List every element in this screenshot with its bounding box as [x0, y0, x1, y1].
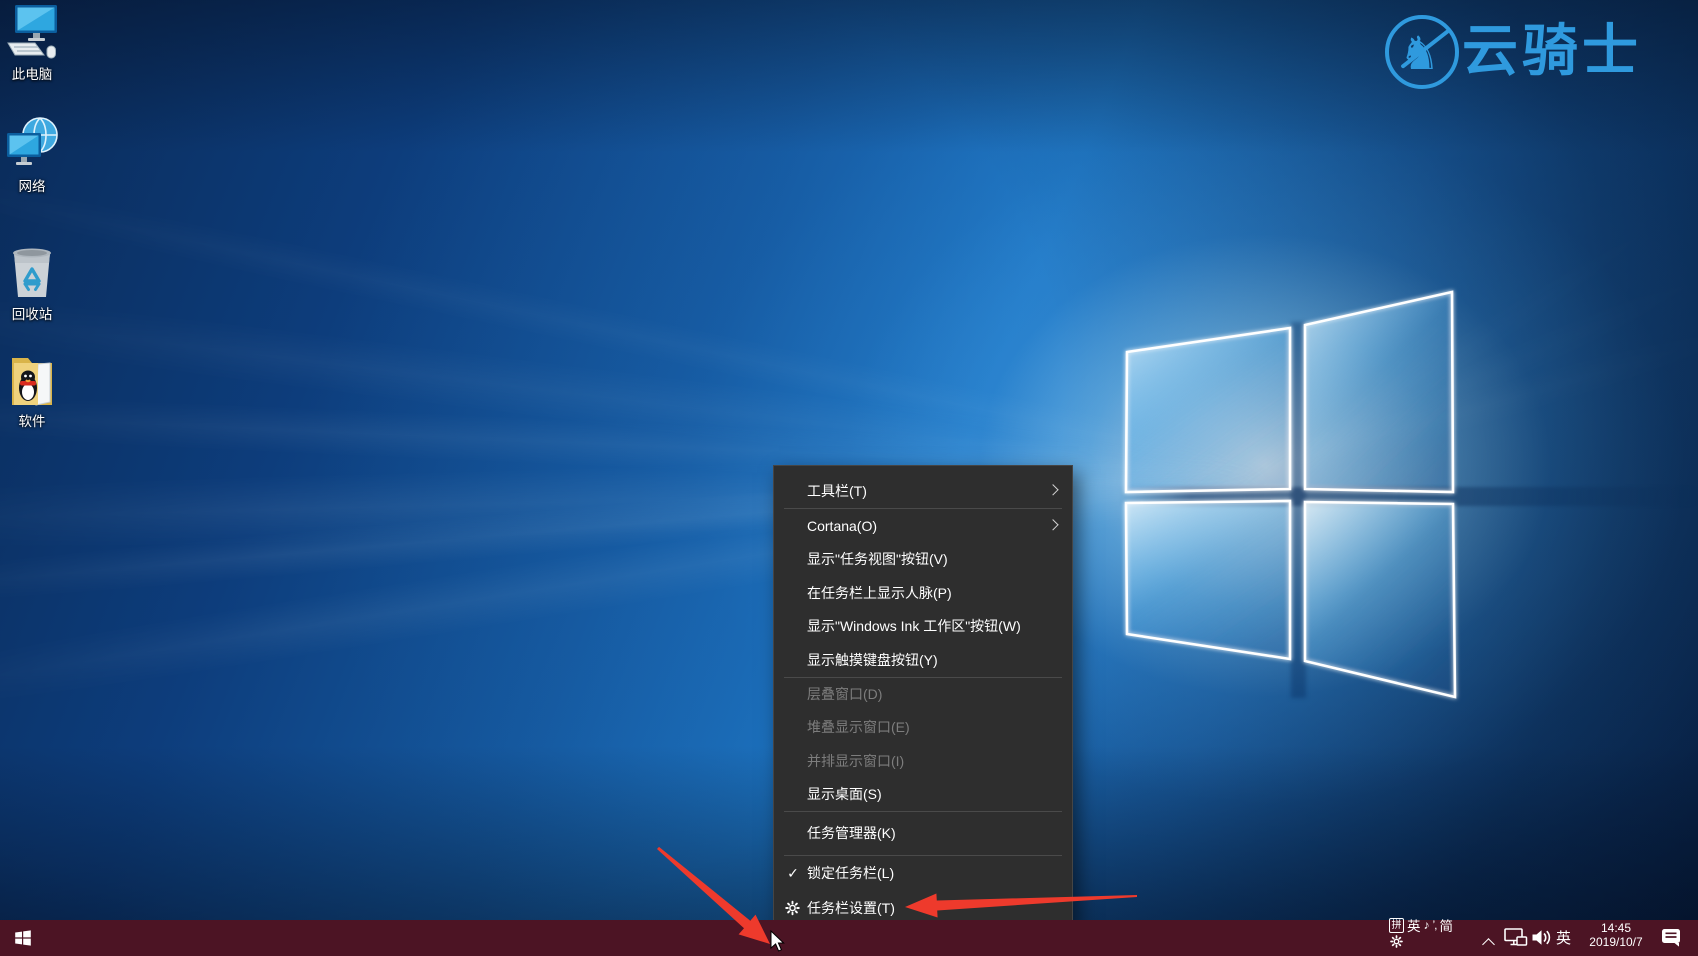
chevron-up-icon [1482, 938, 1495, 951]
light-beam [0, 444, 1297, 615]
yunqishi-logo-text: 云骑士 [1462, 16, 1652, 86]
recycle-bin-icon [5, 243, 59, 301]
windows-start-icon [14, 929, 32, 947]
ime-simplified-icon[interactable]: 简 [1440, 915, 1454, 935]
desktop-icon-recycle-bin[interactable]: 回收站 [1, 243, 63, 322]
wallpaper-shadow [1291, 322, 1306, 698]
ime-punctuation-icon[interactable]: ’, [1433, 918, 1437, 932]
network-icon [5, 115, 59, 173]
tray-network-icon[interactable] [1504, 928, 1528, 952]
tray-language-indicator[interactable]: 英 [1556, 927, 1571, 948]
gear-icon [785, 901, 800, 916]
checkmark-icon: ✓ [783, 865, 803, 882]
menu-item-lock-the-taskbar[interactable]: ✓ 锁定任务栏(L) [774, 856, 1072, 891]
submenu-chevron-icon [1047, 484, 1058, 495]
light-ray [1287, 242, 1698, 478]
yunqishi-logo-emblem: ♞ [1385, 15, 1459, 89]
ime-tone-icon[interactable]: ♪ [1424, 918, 1430, 932]
menu-item-show-windows-stacked: 堆叠显示窗口(E) [774, 711, 1072, 744]
menu-item-show-touch-keyboard-button[interactable]: 显示触摸键盘按钮(Y) [774, 643, 1072, 677]
menu-item-show-windows-side-by-side: 并排显示窗口(I) [774, 744, 1072, 777]
menu-item-cascade-windows: 层叠窗口(D) [774, 678, 1072, 711]
action-center-button[interactable] [1661, 928, 1682, 952]
menu-item-show-task-view-button[interactable]: 显示"任务视图"按钮(V) [774, 543, 1072, 577]
menu-item-toolbars[interactable]: 工具栏(T) [774, 474, 1072, 508]
clock-date: 2019/10/7 [1580, 936, 1652, 950]
desktop-icon-label: 回收站 [1, 307, 63, 322]
clock-time: 14:45 [1580, 922, 1652, 936]
tray-show-hidden-icons-button[interactable] [1484, 936, 1493, 954]
menu-item-cortana[interactable]: Cortana(O) [774, 509, 1072, 543]
tray-volume-icon[interactable] [1531, 929, 1551, 951]
light-beam [0, 440, 1300, 728]
folder-qq-icon [5, 350, 59, 408]
desktop-icon-network[interactable]: 网络 [1, 115, 63, 194]
menu-item-show-people-on-taskbar[interactable]: 在任务栏上显示人脉(P) [774, 576, 1072, 610]
desktop-icon-label: 软件 [1, 414, 63, 429]
start-button[interactable] [0, 920, 46, 956]
desktop-icon-software-folder[interactable]: 软件 [1, 350, 63, 429]
light-beam [0, 274, 1299, 511]
light-beam [0, 386, 1296, 498]
desktop-icon-label: 网络 [1, 179, 63, 194]
ime-pinyin-icon[interactable]: 拼 [1389, 918, 1404, 933]
taskbar-context-menu: 工具栏(T) Cortana(O) 显示"任务视图"按钮(V) 在任务栏上显示人… [773, 465, 1073, 925]
menu-item-show-desktop[interactable]: 显示桌面(S) [774, 777, 1072, 810]
menu-item-show-windows-ink-workspace-button[interactable]: 显示"Windows Ink 工作区"按钮(W) [774, 610, 1072, 644]
light-beam [0, 448, 1296, 556]
menu-item-task-manager[interactable]: 任务管理器(K) [774, 812, 1072, 855]
action-center-icon [1661, 928, 1682, 947]
light-ray [1289, 306, 1698, 480]
desktop-icon-label: 此电脑 [1, 67, 63, 82]
wallpaper-shadow [1120, 487, 1698, 506]
tray-clock[interactable]: 14:45 2019/10/7 [1580, 922, 1652, 949]
light-ray [1284, 176, 1698, 476]
light-beam [0, 152, 1299, 497]
desktop-icon-this-pc[interactable]: 此电脑 [1, 3, 63, 82]
submenu-chevron-icon [1047, 519, 1058, 530]
this-pc-icon [5, 3, 59, 61]
ime-settings-gear-icon[interactable] [1390, 935, 1453, 948]
input-method-indicator[interactable]: 拼 英 ♪ ’, 简 [1389, 917, 1453, 948]
ime-english-icon[interactable]: 英 [1407, 915, 1421, 935]
